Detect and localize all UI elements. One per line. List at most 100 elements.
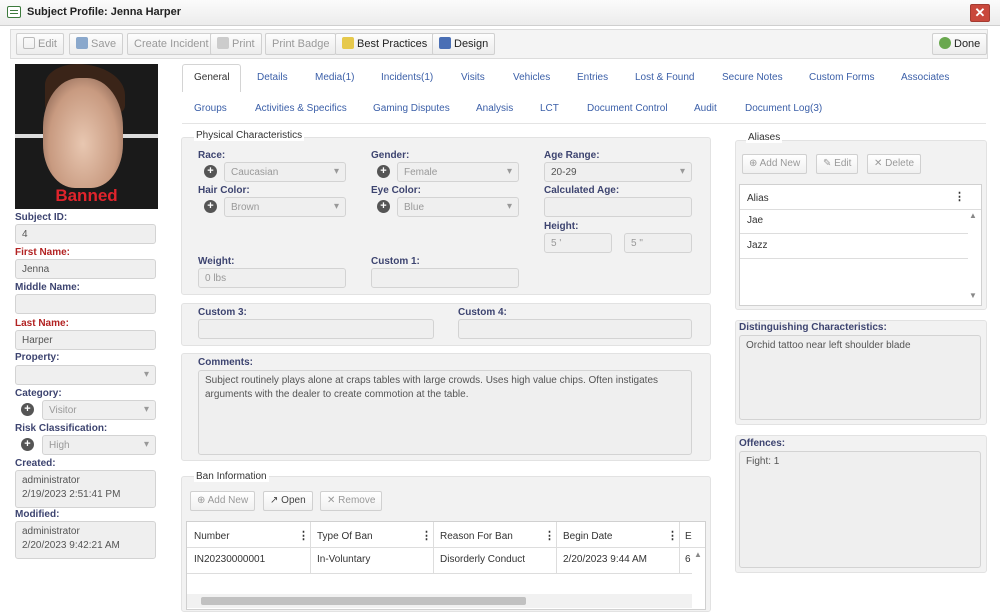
tab-lost-found[interactable]: Lost & Found: [635, 72, 694, 83]
tab-vehicles[interactable]: Vehicles: [513, 72, 550, 83]
property-label: Property:: [15, 352, 60, 363]
height-label: Height:: [544, 221, 579, 232]
best-practices-button[interactable]: Best Practices: [335, 33, 435, 55]
last-name-field[interactable]: Harper: [15, 330, 156, 350]
calculated-age-label: Calculated Age:: [544, 185, 620, 196]
custom4-field[interactable]: [458, 319, 692, 339]
close-window-button[interactable]: ✕: [970, 4, 990, 22]
age-range-label: Age Range:: [544, 150, 600, 161]
scroll-up-arrow-icon[interactable]: ▲: [694, 550, 702, 559]
tab-general[interactable]: General: [194, 72, 230, 83]
col-type-of-ban-header[interactable]: Type Of Ban: [317, 531, 373, 542]
risk-add-icon[interactable]: +: [21, 438, 34, 451]
subject-id-label: Subject ID:: [15, 212, 68, 223]
age-range-select[interactable]: 20-29: [544, 162, 692, 182]
ban-add-new-button[interactable]: ⊕ Add New: [190, 491, 256, 511]
eye-add-icon[interactable]: +: [377, 200, 390, 213]
modified-label: Modified:: [15, 509, 60, 520]
alias-add-new-button[interactable]: ⊕ Add New: [742, 154, 808, 174]
tab-groups[interactable]: Groups: [194, 103, 227, 114]
tab-document-log[interactable]: Document Log(3): [745, 103, 822, 114]
alias-column-header[interactable]: Alias: [747, 193, 769, 204]
alias-edit-button[interactable]: ✎ Edit: [816, 154, 859, 174]
column-menu-icon[interactable]: ⋮: [544, 529, 555, 542]
first-name-field[interactable]: Jenna: [15, 259, 156, 279]
toolbar: Edit Save Create Incident Print Print Ba…: [10, 29, 988, 59]
tab-analysis[interactable]: Analysis: [476, 103, 513, 114]
hair-color-select[interactable]: Brown: [224, 197, 346, 217]
design-button[interactable]: Design: [432, 33, 496, 55]
hair-add-icon[interactable]: +: [204, 200, 217, 213]
done-button[interactable]: Done: [932, 33, 988, 55]
ban-table-horizontal-scrollbar[interactable]: [187, 594, 692, 608]
weight-field[interactable]: 0 lbs: [198, 268, 346, 288]
comments-field[interactable]: Subject routinely plays alone at craps t…: [198, 370, 692, 455]
aliases-table: Alias ⋮ Jae Jazz ▲ ▼: [739, 184, 982, 306]
gender-select[interactable]: Female: [397, 162, 519, 182]
tab-gaming-disputes[interactable]: Gaming Disputes: [373, 103, 450, 114]
height-inches-field[interactable]: 5 ": [624, 233, 692, 253]
custom1-field[interactable]: [371, 268, 519, 288]
scroll-up-arrow-icon[interactable]: ▲: [969, 211, 977, 220]
pencil-icon: ✎: [823, 158, 835, 169]
tab-lct[interactable]: LCT: [540, 103, 559, 114]
risk-classification-select[interactable]: High: [42, 435, 156, 455]
middle-name-field[interactable]: [15, 294, 156, 314]
column-menu-icon[interactable]: ⋮: [421, 529, 432, 542]
middle-name-label: Middle Name:: [15, 282, 81, 293]
scroll-down-arrow-icon[interactable]: ▼: [969, 291, 977, 300]
tab-visits[interactable]: Visits: [461, 72, 485, 83]
last-name-label: Last Name:: [15, 318, 69, 329]
property-select[interactable]: [15, 365, 156, 385]
floppy-disk-icon: [76, 37, 88, 49]
print-button[interactable]: Print: [210, 33, 262, 55]
save-button[interactable]: Save: [69, 33, 124, 55]
category-label: Category:: [15, 388, 62, 399]
category-select[interactable]: Visitor: [42, 400, 156, 420]
race-add-icon[interactable]: +: [204, 165, 217, 178]
tab-audit[interactable]: Audit: [694, 103, 717, 114]
col-number-header[interactable]: Number: [194, 531, 230, 542]
alias-delete-button[interactable]: ✕ Delete: [867, 154, 922, 174]
ban-type-cell: In-Voluntary: [317, 554, 371, 565]
custom3-label: Custom 3:: [198, 307, 247, 318]
col-end-header[interactable]: E: [685, 531, 692, 542]
tab-incidents[interactable]: Incidents(1): [381, 72, 433, 83]
category-add-icon[interactable]: +: [21, 403, 34, 416]
subject-id-field[interactable]: 4: [15, 224, 156, 244]
ban-open-button[interactable]: ↗ Open: [263, 491, 313, 511]
distinguishing-field[interactable]: Orchid tattoo near left shoulder blade: [739, 335, 981, 420]
tab-details[interactable]: Details: [257, 72, 288, 83]
tab-media[interactable]: Media(1): [315, 72, 354, 83]
edit-button[interactable]: Edit: [16, 33, 64, 55]
subject-photo[interactable]: Banned: [15, 64, 158, 209]
plus-circle-icon: ⊕: [749, 158, 760, 169]
height-feet-field[interactable]: 5 ': [544, 233, 612, 253]
plus-circle-icon: ⊕: [197, 495, 208, 506]
column-menu-icon[interactable]: ⋮: [298, 529, 309, 542]
eye-color-label: Eye Color:: [371, 185, 422, 196]
alias-item[interactable]: Jazz: [747, 240, 768, 251]
tab-document-control[interactable]: Document Control: [587, 103, 668, 114]
tab-activities-specifics[interactable]: Activities & Specifics: [255, 103, 347, 114]
calculated-age-field: [544, 197, 692, 217]
tab-secure-notes[interactable]: Secure Notes: [722, 72, 783, 83]
col-reason-header[interactable]: Reason For Ban: [440, 531, 513, 542]
alias-item[interactable]: Jae: [747, 215, 763, 226]
tab-custom-forms[interactable]: Custom Forms: [809, 72, 875, 83]
col-begin-date-header[interactable]: Begin Date: [563, 531, 612, 542]
tab-associates[interactable]: Associates: [901, 72, 949, 83]
gender-add-icon[interactable]: +: [377, 165, 390, 178]
ban-remove-button[interactable]: ✕ Remove: [320, 491, 383, 511]
banned-overlay: Banned: [55, 186, 118, 205]
ban-begin-date-cell: 2/20/2023 9:44 AM: [563, 554, 647, 565]
done-icon: [939, 37, 951, 49]
column-menu-icon[interactable]: ⋮: [954, 190, 965, 203]
tab-entries[interactable]: Entries: [577, 72, 608, 83]
column-menu-icon[interactable]: ⋮: [667, 529, 678, 542]
custom3-field[interactable]: [198, 319, 434, 339]
create-incident-button[interactable]: Create Incident: [127, 33, 216, 55]
race-select[interactable]: Caucasian: [224, 162, 346, 182]
eye-color-select[interactable]: Blue: [397, 197, 519, 217]
print-badge-button[interactable]: Print Badge: [265, 33, 337, 55]
